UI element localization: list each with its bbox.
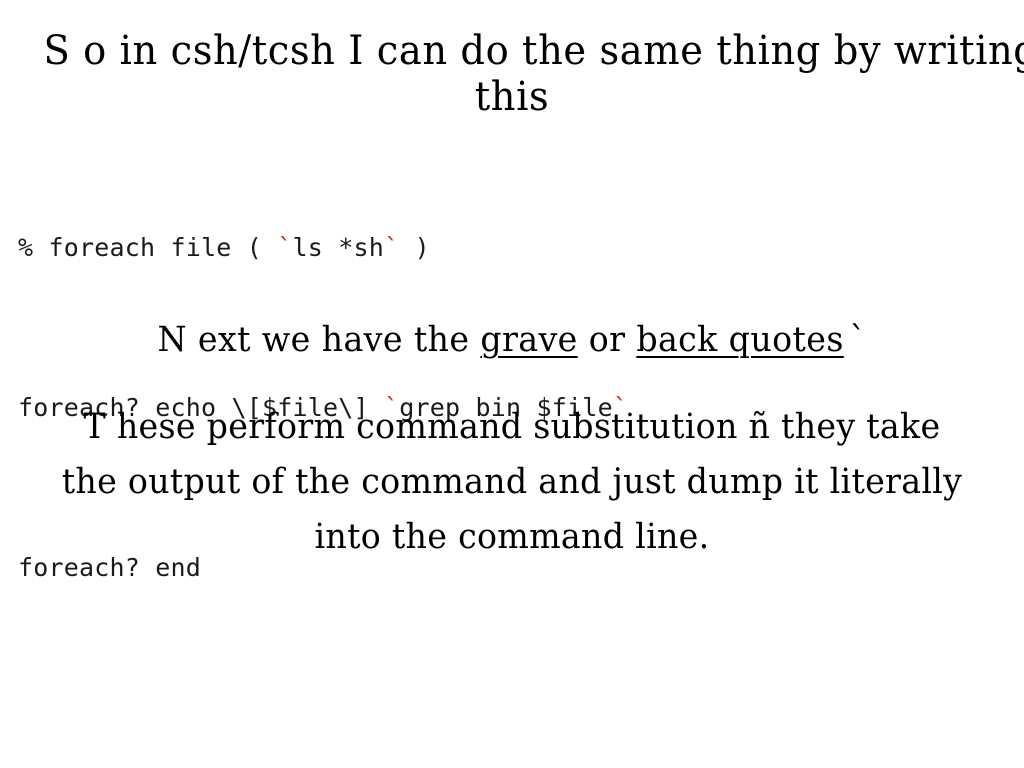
backtick-close-icon: ` (384, 233, 400, 262)
paragraph-line-1: T hese perform command substitution ñ th… (83, 407, 941, 447)
paragraph-line-3: into the command line. (314, 517, 710, 557)
code-line-1: % foreach file ( `ls *sh` ) (18, 228, 628, 268)
grave-quotes-line: N ext we have the grave or back quotes ` (48, 318, 975, 362)
explanation-paragraph: T hese perform command substitution ñ th… (24, 400, 1000, 565)
grave-term: grave (480, 320, 578, 360)
slide-canvas: S o in csh/tcsh I can do the same thing … (0, 0, 1024, 768)
grave-line-conjunction: or (577, 320, 637, 360)
code-line-1-segment-3: ) (399, 233, 430, 262)
backquote-glyph-icon: ` (849, 320, 867, 360)
code-line-1-segment-2: ls *sh (292, 233, 385, 262)
backtick-open-icon: ` (277, 233, 293, 262)
back-quotes-term: back quotes (636, 320, 844, 360)
grave-line-prefix: N ext we have the (157, 320, 481, 360)
code-line-1-segment-1: % foreach file ( (18, 233, 278, 262)
slide-title-line-2: this (474, 74, 550, 120)
slide-title-line-1: S o in csh/tcsh I can do the same thing … (43, 28, 1024, 74)
slide-title: S o in csh/tcsh I can do the same thing … (24, 28, 1024, 120)
paragraph-line-2: the output of the command and just dump … (61, 462, 963, 502)
